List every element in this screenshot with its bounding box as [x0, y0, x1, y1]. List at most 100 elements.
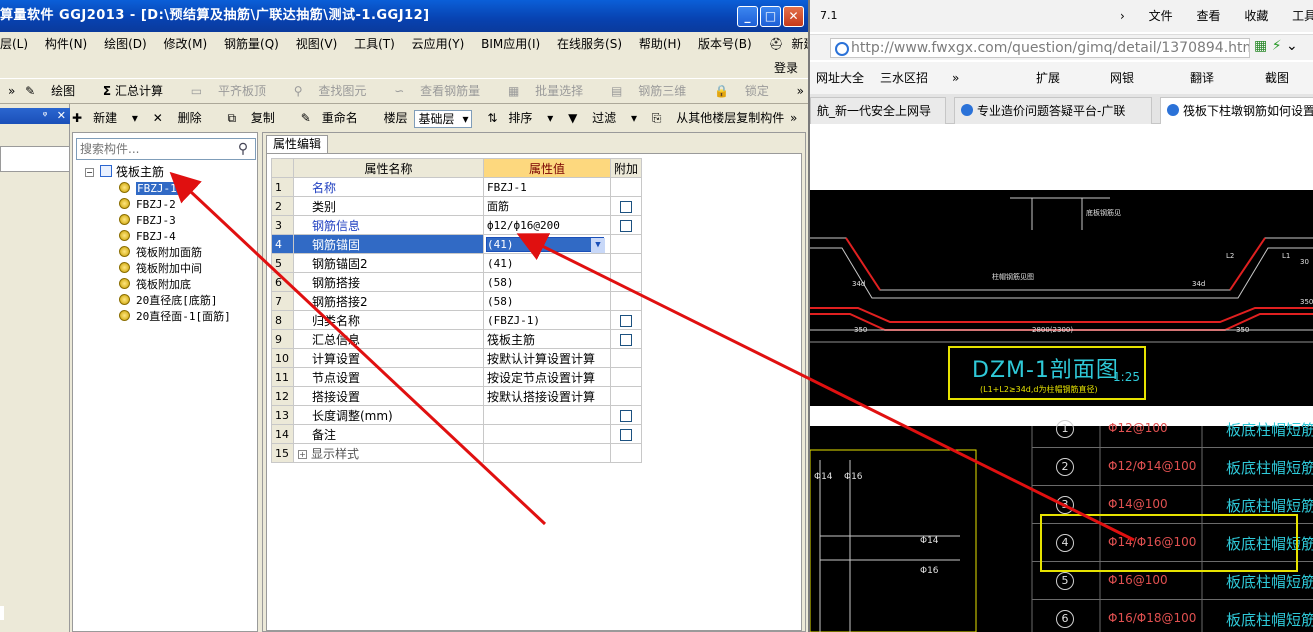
row-value[interactable]: (41) [483, 253, 611, 273]
helmet-icon[interactable]: ⛑ [768, 32, 783, 56]
tab-property-edit[interactable]: 属性编辑 [266, 135, 328, 153]
fav-overflow-icon[interactable]: » [952, 62, 959, 94]
extra-checkbox[interactable] [620, 314, 632, 327]
menu-view[interactable]: 视图(V) [296, 32, 338, 56]
fav-site-directory[interactable]: 网址大全 [816, 62, 864, 94]
table-row[interactable]: 1 名称 FBZJ-1 [271, 177, 643, 197]
menu-modify[interactable]: 修改(M) [164, 32, 208, 56]
translate-button[interactable]: 翻译 [1190, 62, 1214, 94]
dropdown-icon[interactable]: ⌄ [1286, 38, 1298, 54]
row-value[interactable]: 按默认计算设置计算 [483, 348, 611, 368]
table-row-selected[interactable]: 4 钢筋锚固 (41) ▼ [271, 234, 643, 254]
flat-top-button[interactable]: ▭ 平齐板顶 [191, 79, 278, 104]
dropdown-arrow-icon[interactable]: ▼ [591, 237, 605, 253]
lightning-icon[interactable]: ⚡ [1272, 38, 1282, 54]
table-row[interactable]: 15 + 显示样式 [271, 443, 643, 463]
screenshot-button[interactable]: 截图 [1265, 62, 1289, 94]
rebar-3d-button[interactable]: ▤ 钢筋三维 [611, 79, 698, 104]
row-value[interactable]: ф12/ф16@200 [483, 215, 611, 235]
table-row[interactable]: 8 归类名称 (FBZJ-1) [271, 310, 643, 330]
menu-layer[interactable]: 层(L) [0, 32, 28, 56]
pin-icon[interactable]: ᵠ [43, 109, 48, 122]
filter-button[interactable]: ▼ 过滤 ▾ [568, 106, 637, 130]
toolbar-overflow-icon[interactable]: » [8, 79, 15, 104]
login-link[interactable]: 登录 [774, 59, 798, 76]
chevron-right-icon[interactable]: › [1120, 9, 1125, 23]
menu-draw[interactable]: 绘图(D) [104, 32, 147, 56]
row-value[interactable] [483, 405, 611, 425]
row-name-group[interactable]: + 显示样式 [293, 443, 484, 463]
extensions-button[interactable]: 扩展 [1036, 62, 1060, 94]
search-input[interactable] [77, 139, 229, 159]
value-editor[interactable]: (41) ▼ [486, 236, 605, 253]
copy-from-floor-button[interactable]: ⎘ 从其他楼层复制构件 [652, 106, 795, 130]
search-icon[interactable]: ⚲ [233, 140, 253, 158]
row-value[interactable] [483, 443, 611, 463]
extra-checkbox[interactable] [620, 200, 632, 213]
rename-button[interactable]: ✎ 重命名 [301, 106, 369, 130]
online-bank-button[interactable]: 网银 [1110, 62, 1134, 94]
new-button[interactable]: ✚ 新建 ▾ [72, 106, 138, 130]
menu-online-service[interactable]: 在线服务(S) [557, 32, 622, 56]
menu-help[interactable]: 帮助(H) [639, 32, 681, 56]
summary-calc-button[interactable]: Σ 汇总计算 [103, 79, 175, 104]
table-row[interactable]: 3 钢筋信息 ф12/ф16@200 [271, 215, 643, 235]
row-value[interactable]: 筏板主筋 [483, 329, 611, 349]
toolbar2-overflow-icon[interactable]: » [790, 106, 797, 130]
menu-bim[interactable]: BIM应用(I) [481, 32, 540, 56]
row-value[interactable]: (FBZJ-1) [483, 310, 611, 330]
collapse-icon[interactable]: − [85, 168, 94, 177]
maximize-button[interactable]: □ [760, 6, 781, 27]
close-button[interactable]: ✕ [783, 6, 804, 27]
draw-button[interactable]: ✎ 绘图 [25, 79, 87, 104]
row-value[interactable]: 按设定节点设置计算 [483, 367, 611, 387]
tree-item[interactable]: 筏板附加中间 [119, 261, 202, 276]
tree-item[interactable]: 筏板附加面筋 [119, 245, 202, 260]
table-row[interactable]: 7 钢筋搭接2 (58) [271, 291, 643, 311]
table-row[interactable]: 10 计算设置 按默认计算设置计算 [271, 348, 643, 368]
delete-button[interactable]: ✕ 删除 [153, 106, 213, 130]
table-row[interactable]: 2 类别 面筋 [271, 196, 643, 216]
extra-checkbox[interactable] [620, 428, 632, 441]
menu-cloud[interactable]: 云应用(Y) [412, 32, 465, 56]
tree-item[interactable]: FBZJ-1 [119, 181, 178, 196]
tree-root[interactable]: − 筏板主筋 [85, 165, 164, 180]
expand-icon[interactable]: + [298, 449, 307, 459]
floor-select[interactable]: 基础层 [414, 109, 473, 128]
batch-select-button[interactable]: ▦ 批量选择 [508, 79, 595, 104]
tree-item[interactable]: FBZJ-4 [119, 229, 176, 244]
row-value[interactable]: (58) [483, 272, 611, 292]
browser-tab-active[interactable]: 筏板下柱墩钢筋如何设置 [1160, 97, 1313, 124]
browser-tab[interactable]: 航_新一代安全上网导 [810, 97, 946, 124]
row-value[interactable] [483, 424, 611, 444]
table-row[interactable]: 5 钢筋锚固2 (41) [271, 253, 643, 273]
table-row[interactable]: 13 长度调整(mm) [271, 405, 643, 425]
find-element-button[interactable]: ⚲ 查找图元 [294, 79, 379, 104]
panel-close-icon[interactable]: ✕ [57, 109, 66, 122]
sort-button[interactable]: ⇅ 排序 ▾ [487, 106, 553, 130]
tree-item[interactable]: 筏板附加底 [119, 277, 191, 292]
browser-menu-file[interactable]: 文件 [1149, 9, 1173, 23]
tree-item[interactable]: 20直径底[底筋] [119, 293, 218, 308]
fav-sanshui[interactable]: 三水区招 [880, 62, 928, 94]
table-row[interactable]: 6 钢筋搭接 (58) [271, 272, 643, 292]
extra-checkbox[interactable] [620, 409, 632, 422]
tree-item[interactable]: FBZJ-3 [119, 213, 176, 228]
browser-tab[interactable]: 专业造价问题答疑平台-广联 [954, 97, 1152, 124]
url-input[interactable]: http://www.fwxgx.com/question/gimq/detai… [830, 38, 1250, 58]
menu-version[interactable]: 版本号(B) [698, 32, 752, 56]
qr-icon[interactable]: ▦ [1254, 38, 1267, 54]
tree-item[interactable]: FBZJ-2 [119, 197, 176, 212]
row-value[interactable]: FBZJ-1 [483, 177, 611, 197]
tree-item[interactable]: 20直径面-1[面筋] [119, 309, 231, 324]
table-row[interactable]: 9 汇总信息 筏板主筋 [271, 329, 643, 349]
menu-component[interactable]: 构件(N) [45, 32, 87, 56]
menu-rebar-quantity[interactable]: 钢筋量(Q) [224, 32, 279, 56]
row-value[interactable]: 面筋 [483, 196, 611, 216]
menu-tools[interactable]: 工具(T) [354, 32, 395, 56]
table-row[interactable]: 12 搭接设置 按默认搭接设置计算 [271, 386, 643, 406]
extra-checkbox[interactable] [620, 333, 632, 346]
extra-checkbox[interactable] [620, 219, 632, 232]
menu-new-change[interactable]: 新建变更 [792, 32, 808, 56]
table-row[interactable]: 14 备注 [271, 424, 643, 444]
